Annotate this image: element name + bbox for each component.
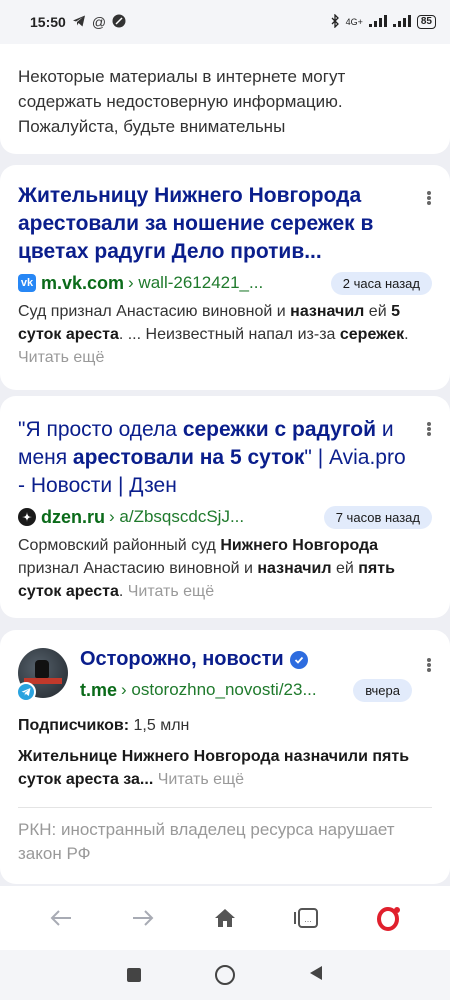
telegram-channel-card[interactable]: Осторожно, новости t.me › ostorozhno_nov… xyxy=(0,630,450,884)
telegram-icon xyxy=(16,682,36,702)
result-title[interactable]: "Я просто одела сережки с радугой и меня… xyxy=(18,396,406,500)
read-more-link[interactable]: Читать ещё xyxy=(153,771,244,788)
result-time-badge: 2 часа назад xyxy=(330,271,432,295)
rkn-notice: РКН: иностранный владелец ресурса наруша… xyxy=(18,820,395,863)
channel-post-snippet[interactable]: Жительнице Нижнего Новгорода назначили п… xyxy=(18,745,432,791)
channel-avatar[interactable] xyxy=(16,648,68,702)
opera-menu-icon[interactable] xyxy=(369,898,409,938)
bluetooth-icon xyxy=(330,13,340,30)
result-snippet: Сормовский районный суд Нижнего Новгород… xyxy=(18,537,395,600)
result-snippet: Суд признал Анастасию виновной и назначи… xyxy=(18,303,409,366)
read-more-link[interactable]: Читать ещё xyxy=(18,349,104,366)
svg-text:…: … xyxy=(304,915,312,924)
result-url[interactable]: vk m.vk.com › wall-2612421_... 2 часа на… xyxy=(18,270,432,296)
result-domain[interactable]: m.vk.com xyxy=(41,273,124,294)
search-results-feed[interactable]: Некоторые материалы в интернете могут со… xyxy=(0,44,450,886)
recents-icon[interactable] xyxy=(127,968,141,982)
at-sign-icon: @ xyxy=(91,14,107,30)
channel-url[interactable]: t.me › ostorozhno_novosti/23... вчера xyxy=(80,677,432,703)
telegram-notification-icon xyxy=(72,14,86,31)
tabs-icon[interactable]: … xyxy=(287,898,327,938)
system-back-icon[interactable] xyxy=(309,965,323,986)
signal-icon-1 xyxy=(368,15,387,29)
browser-toolbar: … xyxy=(0,886,450,950)
read-more-link[interactable]: Читать ещё xyxy=(128,583,214,600)
result-path[interactable]: › wall-2612421_... xyxy=(128,273,321,293)
home-circle-icon[interactable] xyxy=(215,965,235,985)
status-time: 15:50 xyxy=(30,14,66,30)
channel-title[interactable]: Осторожно, новости xyxy=(80,648,432,671)
divider xyxy=(18,807,432,808)
more-options-icon[interactable] xyxy=(422,418,436,440)
result-title[interactable]: Жительницу Нижнего Новгорода арестовали … xyxy=(18,165,406,266)
forward-arrow-icon[interactable] xyxy=(123,898,163,938)
vk-favicon-icon: vk xyxy=(18,274,36,292)
app-notification-icon xyxy=(112,14,126,31)
subscribers-count: Подписчиков: 1,5 млн xyxy=(18,717,190,734)
channel-time-badge: вчера xyxy=(353,678,412,702)
dzen-favicon-icon xyxy=(18,508,36,526)
search-result-vk[interactable]: Жительницу Нижнего Новгорода арестовали … xyxy=(0,165,450,390)
channel-domain[interactable]: t.me xyxy=(80,680,117,701)
result-time-badge: 7 часов назад xyxy=(323,505,432,529)
search-result-dzen[interactable]: "Я просто одела сережки с радугой и меня… xyxy=(0,396,450,618)
result-domain[interactable]: dzen.ru xyxy=(41,507,105,528)
battery-indicator: 85 xyxy=(416,15,436,29)
status-bar: 15:50 @ 4G+ 85 xyxy=(0,0,450,44)
channel-path[interactable]: › ostorozhno_novosti/23... xyxy=(121,680,343,700)
result-path[interactable]: › a/ZbsqscdcSjJ... xyxy=(109,507,314,527)
verified-badge-icon xyxy=(289,650,308,669)
more-options-icon[interactable] xyxy=(422,187,436,209)
network-type-label: 4G+ xyxy=(345,17,363,27)
back-arrow-icon[interactable] xyxy=(41,898,81,938)
signal-icon-2 xyxy=(392,15,411,29)
more-options-icon[interactable] xyxy=(422,654,436,676)
warning-text: Некоторые материалы в интернете могут со… xyxy=(18,67,346,136)
home-icon[interactable] xyxy=(205,898,245,938)
warning-card: Некоторые материалы в интернете могут со… xyxy=(0,44,450,154)
system-nav-bar xyxy=(0,950,450,1000)
result-url[interactable]: dzen.ru › a/ZbsqscdcSjJ... 7 часов назад xyxy=(18,504,432,530)
